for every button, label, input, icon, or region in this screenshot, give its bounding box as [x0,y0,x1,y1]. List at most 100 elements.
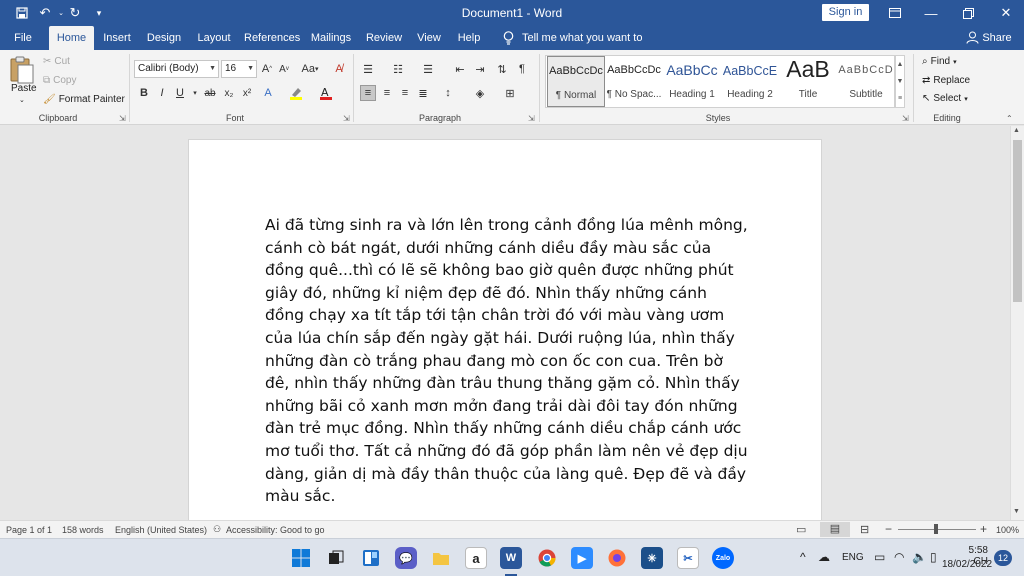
line-spacing-icon[interactable]: ↕ [440,85,456,101]
style-subtitle[interactable]: AaBbCcD Subtitle [837,56,895,107]
justify-icon[interactable]: ≣ [415,85,431,101]
tab-help[interactable]: Help [454,26,484,50]
share-button[interactable]: Share [982,26,1012,50]
zoom-meetings-icon[interactable]: ▶ [571,547,593,569]
text-effects-icon[interactable]: A [260,85,276,101]
paste-icon[interactable] [8,55,38,85]
font-size-select[interactable]: 16 ▼ [221,60,257,78]
wifi-icon[interactable]: ◠ [894,550,904,564]
replace-button[interactable]: ⇄ Replace [922,75,970,86]
task-view-icon[interactable] [325,547,347,569]
style-heading-1[interactable]: AaBbCc Heading 1 [663,56,721,107]
numbering-icon[interactable]: ☷ [390,61,406,77]
cut-button[interactable]: ✂ Cut [43,56,70,67]
align-center-icon[interactable]: ≡ [379,85,395,101]
ribbon-display-options-icon[interactable] [877,0,913,26]
strikethrough-icon[interactable]: ab [202,85,218,101]
format-painter-button[interactable]: 🖌 Format Painter [43,94,125,105]
customize-toolbar-icon[interactable]: ▾ [90,4,108,22]
tab-insert[interactable]: Insert [100,26,134,50]
windows-start-icon[interactable] [290,547,312,569]
tab-view[interactable]: View [414,26,444,50]
tab-layout[interactable]: Layout [194,26,234,50]
bold-icon[interactable]: B [136,85,152,101]
italic-icon[interactable]: I [154,85,170,101]
tab-review[interactable]: Review [364,26,404,50]
firefox-icon[interactable] [606,547,628,569]
clipboard-launcher-icon[interactable]: ⇲ [119,114,126,123]
paste-dropdown-icon[interactable]: ⌄ [19,96,25,104]
minimize-icon[interactable]: — [913,0,949,26]
word-count[interactable]: 158 words [62,525,104,535]
zoom-slider-thumb[interactable] [934,524,938,534]
clear-formatting-icon[interactable]: A̸ [331,61,347,77]
tab-references[interactable]: References [244,26,300,50]
tab-design[interactable]: Design [145,26,183,50]
font-family-select[interactable]: Calibri (Body) ▼ [134,60,219,78]
style-title[interactable]: AaB Title [779,56,837,107]
input-language[interactable]: ENG [842,552,864,563]
volume-icon[interactable]: 🔈 [912,550,927,564]
zoom-in-icon[interactable]: + [980,522,987,536]
scroll-down-icon[interactable]: ▼ [1013,508,1020,515]
web-layout-icon[interactable]: ⊟ [860,523,869,536]
grow-font-icon[interactable]: A ^ [259,61,275,77]
proofing-language[interactable]: English (United States) [115,525,207,535]
save-icon[interactable] [13,4,31,22]
align-left-icon[interactable]: ≡ [360,85,376,101]
underline-dropdown-icon[interactable]: ▾ [187,85,203,101]
zoom-level[interactable]: 100% [996,525,1019,535]
close-icon[interactable]: ✕ [988,0,1024,26]
document-body-text[interactable]: Ai đã từng sinh ra và lớn lên trong cảnh… [265,214,749,508]
clock-date[interactable]: 18/02/2022 [942,559,992,570]
snip-tool-icon[interactable]: ✳ [641,547,663,569]
tab-home[interactable]: Home [49,26,94,50]
styles-scroll[interactable]: ▲ ▼ ≡ [895,55,905,108]
font-launcher-icon[interactable]: ⇲ [343,114,350,123]
highlight-icon[interactable] [288,85,304,101]
tab-file[interactable]: File [8,26,38,50]
read-mode-icon[interactable]: ▭ [796,523,806,536]
display-icon[interactable]: ▭ [874,550,885,564]
increase-indent-icon[interactable]: ⇥ [472,61,488,77]
word-app-icon[interactable]: W [500,547,522,569]
borders-icon[interactable]: ⊞ [502,85,518,101]
subscript-icon[interactable]: x₂ [221,85,237,101]
collapse-ribbon-icon[interactable]: ⌃ [1006,114,1013,123]
style-heading-2[interactable]: AaBbCcE Heading 2 [721,56,779,107]
paragraph-launcher-icon[interactable]: ⇲ [528,114,535,123]
accessibility-status[interactable]: Accessibility: Good to go [226,525,325,535]
share-person-icon[interactable] [966,31,980,45]
tab-mailings[interactable]: Mailings [309,26,353,50]
superscript-icon[interactable]: x² [239,85,255,101]
scroll-up-icon[interactable]: ▲ [1013,127,1020,134]
shrink-font-icon[interactable]: Av [276,61,292,77]
file-explorer-icon[interactable] [430,547,452,569]
restore-icon[interactable] [950,0,986,26]
vertical-scrollbar[interactable]: ▲ ▼ [1010,126,1024,520]
notification-badge[interactable]: 12 [994,550,1012,566]
copy-button[interactable]: ⧉ Copy [43,75,77,86]
show-hidden-icons[interactable]: ^ [800,550,806,564]
chrome-icon[interactable] [536,547,558,569]
tell-me-search[interactable]: Tell me what you want to do [522,26,652,68]
styles-launcher-icon[interactable]: ⇲ [902,114,909,123]
chat-icon[interactable]: 💬 [395,547,417,569]
underline-icon[interactable]: U [172,85,188,101]
multilevel-list-icon[interactable]: ☰ [420,61,436,77]
change-case-icon[interactable]: Aa ▾ [298,61,322,77]
redo-icon[interactable]: ↻ [66,4,84,22]
zalo-icon[interactable]: Zalo [712,547,734,569]
document-page[interactable]: Ai đã từng sinh ra và lớn lên trong cảnh… [188,139,822,520]
decrease-indent-icon[interactable]: ⇤ [452,61,468,77]
zoom-out-icon[interactable]: − [885,522,892,536]
style-normal[interactable]: AaBbCcDc ¶ Normal [547,56,605,107]
amazon-icon[interactable]: a [465,547,487,569]
sort-icon[interactable]: ⇅ [494,61,510,77]
print-layout-icon[interactable]: ▤ [820,522,850,537]
sign-in-button[interactable]: Sign in [822,4,869,21]
widgets-icon[interactable] [360,547,382,569]
battery-icon[interactable]: ▯ [930,550,937,564]
show-marks-icon[interactable]: ¶ [514,61,530,77]
onedrive-icon[interactable]: ☁ [818,550,830,564]
